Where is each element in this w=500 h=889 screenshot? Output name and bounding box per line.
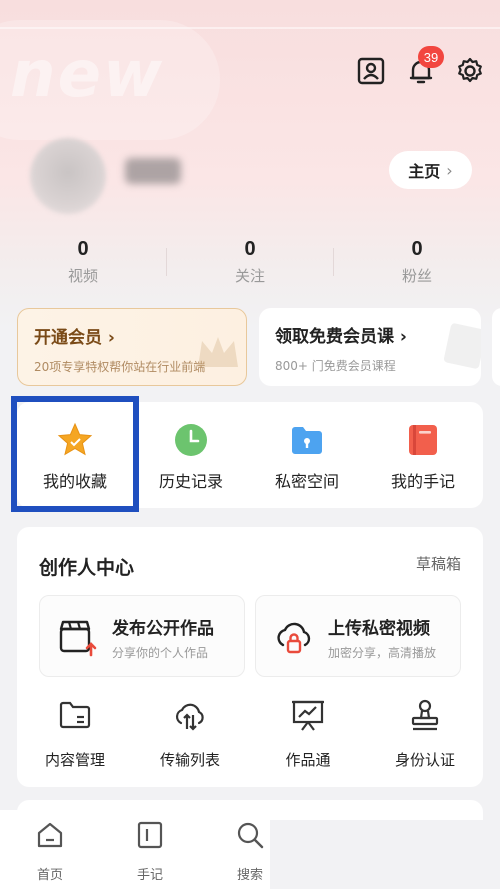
creator-center-panel: 创作人中心 草稿箱 发布公开作品 分享你的个人作品 上传私密视频 加密分享，高清…	[17, 527, 483, 787]
tool-content-management[interactable]: 内容管理	[20, 697, 130, 770]
tool-label: 内容管理	[44, 751, 105, 769]
home-icon	[37, 822, 63, 848]
cloud-transfer-icon	[175, 703, 204, 731]
tool-label: 身份认证	[394, 751, 455, 769]
stamp-icon	[411, 699, 439, 731]
quick-item-label: 历史记录	[158, 472, 223, 491]
clock-icon	[175, 424, 207, 456]
quick-item-label: 我的收藏	[42, 472, 107, 491]
tab-notes[interactable]: 手记	[120, 820, 180, 883]
star-icon	[57, 422, 93, 456]
stat-label: 关注	[234, 267, 265, 285]
quick-item-label: 私密空间	[274, 472, 339, 491]
tab-home[interactable]: 首页	[20, 820, 80, 883]
notebook-icon	[409, 425, 437, 455]
divider	[333, 248, 334, 276]
chevron-right-icon: ›	[446, 160, 453, 180]
stat-value: 0	[244, 238, 256, 260]
vip-membership-card[interactable]: 开通会员 › 20项专享特权帮你站在行业前端	[17, 308, 247, 386]
stat-value: 0	[411, 238, 423, 260]
quick-item-label: 我的手记	[390, 472, 455, 491]
bottom-tab-bar: 首页 手记 搜索	[0, 810, 270, 889]
quick-item-history[interactable]: 历史记录	[133, 402, 249, 508]
stat-label: 粉丝	[401, 267, 432, 285]
tool-works-pass[interactable]: 作品通	[253, 697, 363, 770]
cloud-lock-icon	[277, 622, 311, 654]
quick-access-panel: 我的收藏 历史记录 私密空间 我的手记	[17, 402, 483, 508]
presentation-icon	[292, 700, 324, 731]
upload-private-video-button[interactable]: 上传私密视频 加密分享，高清播放	[255, 595, 461, 677]
decorative-new-text: new	[10, 38, 165, 112]
quick-item-favorites[interactable]: 我的收藏	[17, 402, 133, 508]
book-icon	[443, 323, 481, 369]
upload-subtitle: 加密分享，高清播放	[328, 646, 437, 660]
search-icon	[237, 822, 264, 849]
stat-following[interactable]: 0 关注	[190, 238, 310, 286]
contact-card-icon[interactable]	[354, 54, 388, 88]
tool-transfer-list[interactable]: 传输列表	[135, 697, 245, 770]
tab-label: 手记	[136, 868, 163, 883]
crown-icon	[198, 337, 238, 367]
publish-public-work-button[interactable]: 发布公开作品 分享你的个人作品	[39, 595, 245, 677]
home-page-button[interactable]: 主页 ›	[389, 151, 472, 189]
clapperboard-upload-icon	[59, 620, 97, 657]
notes-icon	[137, 821, 163, 849]
divider	[166, 248, 167, 276]
quick-item-notes[interactable]: 我的手记	[365, 402, 481, 508]
home-page-button-label: 主页	[408, 162, 441, 181]
quick-item-private[interactable]: 私密空间	[249, 402, 365, 508]
drafts-link[interactable]: 草稿箱	[416, 553, 461, 574]
publish-subtitle: 分享你的个人作品	[112, 646, 209, 660]
stat-followers[interactable]: 0 粉丝	[357, 238, 477, 286]
tab-search[interactable]: 搜索	[220, 820, 280, 883]
folder-manage-icon	[59, 701, 91, 729]
upload-title: 上传私密视频	[328, 619, 430, 639]
creator-center-title: 创作人中心	[39, 557, 135, 579]
free-course-card[interactable]: 领取免费会员课 › 800+ 门免费会员课程	[259, 308, 481, 386]
publish-title: 发布公开作品	[112, 619, 214, 639]
stat-label: 视频	[67, 267, 98, 285]
gear-icon[interactable]	[453, 54, 487, 88]
private-folder-icon	[292, 427, 322, 454]
tab-label: 首页	[36, 868, 63, 883]
stat-videos[interactable]: 0 视频	[23, 238, 143, 286]
next-promo-card[interactable]	[492, 308, 500, 386]
username-blurred	[125, 158, 181, 184]
notification-badge: 39	[418, 46, 444, 68]
profile-stats: 0 视频 0 关注 0 粉丝	[0, 238, 500, 298]
tab-label: 搜索	[236, 868, 263, 883]
avatar[interactable]	[30, 138, 106, 214]
tool-label: 传输列表	[159, 751, 220, 769]
tool-label: 作品通	[285, 751, 331, 769]
tool-identity-verification[interactable]: 身份认证	[370, 697, 480, 770]
stat-value: 0	[77, 238, 89, 260]
